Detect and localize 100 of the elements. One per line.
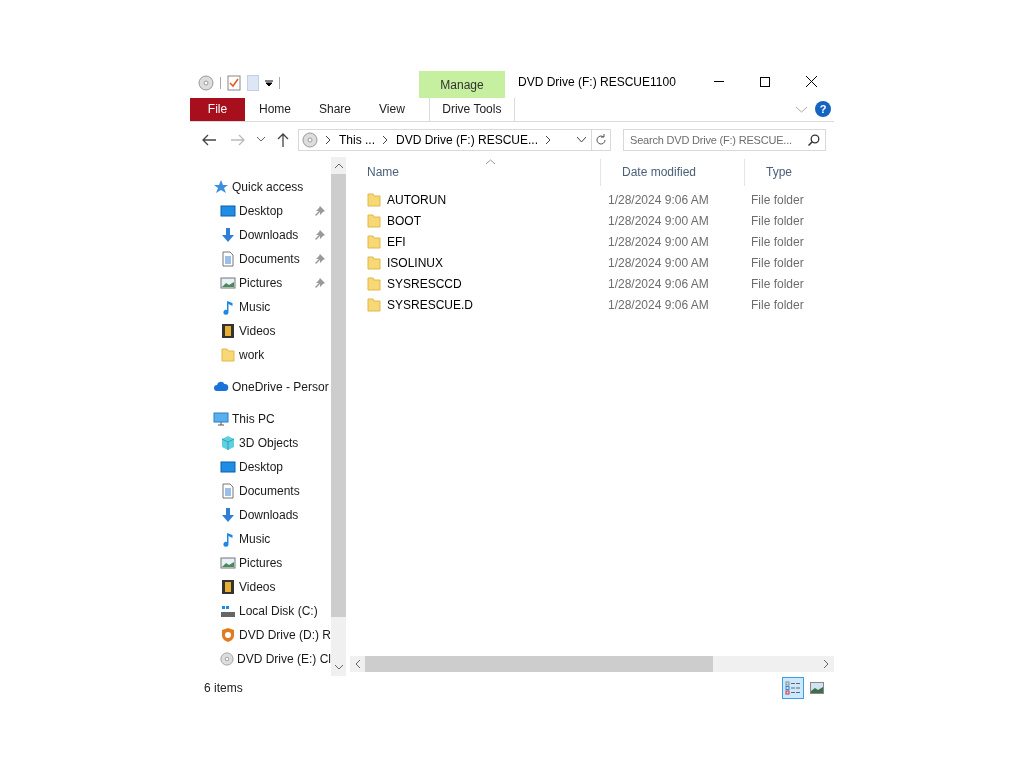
file-name[interactable]: BOOT — [387, 212, 421, 231]
nav-item[interactable]: Local Disk (C:) — [239, 601, 318, 620]
checklist-icon[interactable] — [227, 75, 241, 91]
back-arrow-icon[interactable] — [202, 133, 216, 146]
nav-item[interactable]: Pictures — [239, 553, 283, 572]
film-icon — [220, 578, 236, 595]
monitor-icon — [220, 458, 236, 475]
folder-icon — [366, 213, 382, 230]
chevron-down-icon[interactable] — [257, 137, 265, 143]
chevron-right-icon[interactable] — [383, 135, 388, 144]
chevron-right-icon[interactable] — [326, 135, 331, 144]
file-name[interactable]: SYSRESCUE.D — [387, 296, 474, 315]
folder-icon — [366, 255, 382, 272]
scroll-up-icon[interactable] — [334, 162, 343, 168]
nav-item[interactable]: Documents — [239, 481, 300, 500]
scroll-down-icon[interactable] — [334, 665, 343, 671]
nav-item[interactable]: 3D Objects — [239, 433, 299, 452]
window-title: DVD Drive (F:) RESCUE1100 — [518, 74, 676, 91]
file-name[interactable]: EFI — [387, 233, 406, 252]
help-button[interactable]: ? — [815, 101, 831, 118]
details-view-button[interactable] — [782, 677, 804, 699]
search-field[interactable]: Search DVD Drive (F:) RESCUE... — [623, 128, 826, 151]
ribbon-tab[interactable]: Share — [305, 98, 366, 121]
picture-icon — [220, 554, 236, 571]
breadcrumb[interactable]: This ... — [339, 130, 375, 149]
column-header[interactable]: Date modified — [601, 158, 745, 186]
ribbon-tab[interactable]: Home — [245, 98, 305, 121]
chevron-right-icon[interactable] — [546, 135, 552, 144]
close-icon — [805, 76, 817, 87]
monitor-icon — [220, 202, 236, 219]
nav-item[interactable]: Videos — [239, 577, 276, 596]
type-cell-text: File folder — [750, 213, 804, 231]
music-note-icon — [220, 530, 236, 547]
computer-icon — [213, 410, 229, 427]
column-header[interactable]: Type — [745, 158, 834, 186]
cube-icon — [220, 434, 236, 451]
nav-item[interactable]: Desktop — [239, 457, 284, 476]
nav-item[interactable]: DVD Drive (D:) R — [239, 625, 331, 644]
date-cell-text: 1/28/2024 9:06 AM — [607, 192, 710, 210]
scrollbar[interactable] — [331, 156, 346, 677]
file-name[interactable]: AUTORUN — [387, 191, 447, 210]
dropdown-icon[interactable] — [265, 79, 273, 87]
type-cell-text: File folder — [750, 276, 804, 294]
date-cell-text: 1/28/2024 9:00 AM — [607, 234, 710, 252]
nav-item[interactable]: Music — [239, 297, 271, 316]
scroll-right-icon[interactable] — [824, 660, 829, 669]
disc-icon — [198, 75, 214, 91]
star-icon — [213, 178, 229, 195]
nav-item[interactable]: Videos — [239, 321, 276, 340]
nav-item[interactable]: OneDrive - Persor — [232, 377, 329, 396]
ribbon-tab[interactable]: File — [190, 98, 245, 121]
up-arrow-icon[interactable] — [277, 132, 289, 147]
refresh-icon[interactable] — [595, 133, 607, 146]
search-icon — [808, 133, 820, 146]
column-header[interactable]: Name — [346, 158, 601, 186]
date-cell-text: 1/28/2024 9:06 AM — [607, 297, 710, 315]
down-arrow-icon — [220, 226, 236, 243]
chevron-down-icon[interactable] — [577, 136, 586, 143]
disc-icon — [302, 131, 318, 148]
horizontal-scrollbar[interactable] — [350, 656, 834, 673]
document-icon — [220, 482, 236, 499]
file-name[interactable]: SYSRESCCD — [387, 275, 462, 294]
nav-item[interactable]: DVD Drive (E:) Cl — [237, 649, 331, 668]
nav-item[interactable]: Downloads — [239, 505, 299, 524]
nav-item[interactable]: work — [239, 345, 265, 364]
breadcrumb[interactable]: DVD Drive (F:) RESCUE... — [396, 130, 539, 149]
address-bar[interactable]: This ... DVD Drive (F:) RESCUE... — [298, 128, 611, 151]
nav-item[interactable]: Documents — [239, 249, 300, 268]
disc-icon — [220, 650, 234, 667]
scroll-left-icon[interactable] — [355, 660, 360, 669]
type-cell-text: File folder — [750, 234, 804, 252]
folder-icon — [220, 346, 236, 363]
nav-item[interactable]: Desktop — [239, 201, 284, 220]
type-cell-text: File folder — [750, 192, 804, 210]
ribbon-tab[interactable]: View — [365, 98, 419, 121]
document-icon — [220, 250, 236, 267]
folder-icon — [366, 276, 382, 293]
landscape-picture-icon — [810, 682, 824, 694]
item-count: 6 items — [203, 680, 243, 697]
nav-item[interactable]: Quick access — [232, 177, 304, 196]
date-cell-text: 1/28/2024 9:00 AM — [607, 255, 710, 273]
nav-item[interactable]: Music — [239, 529, 271, 548]
file-name[interactable]: ISOLINUX — [387, 254, 443, 273]
context-tab-header: Manage — [419, 71, 505, 98]
ribbon-tab[interactable]: Drive Tools — [428, 98, 515, 121]
type-cell-text: File folder — [750, 297, 804, 315]
type-cell-text: File folder — [750, 255, 804, 273]
music-note-icon — [220, 298, 236, 315]
date-cell-text: 1/28/2024 9:00 AM — [607, 213, 710, 231]
nav-item[interactable]: Downloads — [239, 225, 299, 244]
down-arrow-icon — [220, 506, 236, 523]
details-list-icon — [785, 681, 801, 695]
nav-item[interactable]: Pictures — [239, 273, 283, 292]
folder-icon — [366, 297, 382, 314]
maximize-icon — [760, 76, 770, 87]
folder-icon — [366, 192, 382, 209]
picture-icon — [220, 274, 236, 291]
nav-item[interactable]: This PC — [232, 409, 275, 428]
date-cell-text: 1/28/2024 9:06 AM — [607, 276, 710, 294]
minimize-icon — [714, 81, 724, 82]
